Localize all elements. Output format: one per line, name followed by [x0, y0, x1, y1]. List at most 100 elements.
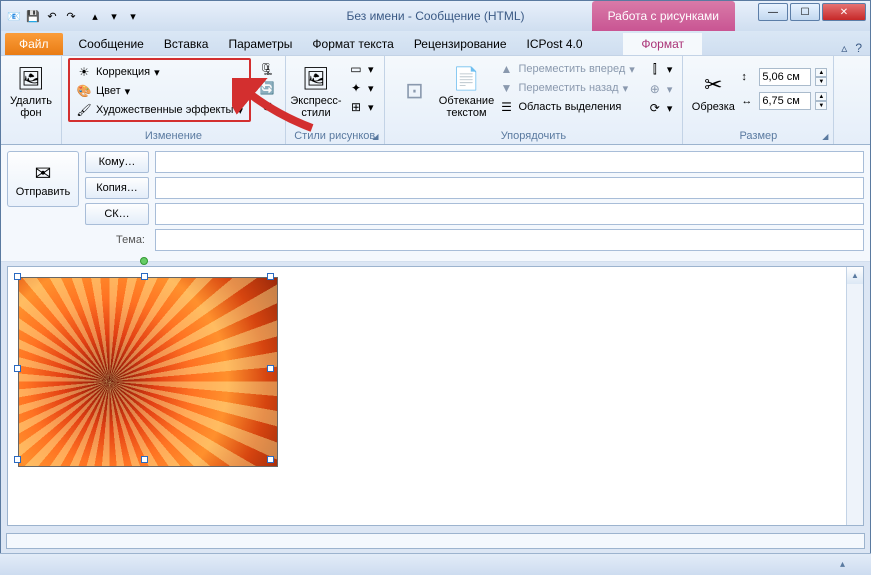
image-selection-frame[interactable]: [12, 271, 276, 465]
picture-layout-button[interactable]: ⊞▾: [344, 98, 378, 116]
subject-input[interactable]: [155, 229, 864, 251]
corrections-button[interactable]: ☀Коррекция ▾: [72, 63, 247, 81]
align-icon: ⫿: [647, 62, 663, 77]
send-button[interactable]: ✉ Отправить: [7, 151, 79, 207]
titlebar: 📧 💾 ↶ ↷ ▴ ▾ ▾ Без имени - Сообщение (HTM…: [1, 1, 870, 31]
cc-input[interactable]: [155, 177, 864, 199]
styles-icon: 🖼: [302, 63, 330, 95]
wrap-text-button[interactable]: 📄 Обтекание текстом: [443, 58, 491, 124]
vertical-scrollbar[interactable]: ▲: [846, 267, 863, 525]
tab-insert[interactable]: Вставка: [154, 33, 219, 55]
minimize-button[interactable]: —: [758, 3, 788, 21]
wrap-icon: 📄: [453, 63, 480, 95]
ribbon-minimize-icon[interactable]: ▵: [841, 41, 847, 55]
handle-n[interactable]: [141, 273, 148, 280]
cc-button[interactable]: Копия…: [85, 177, 149, 199]
handle-e[interactable]: [267, 365, 274, 372]
dropdown-icon: ▾: [667, 63, 673, 76]
ribbon: 🖼 Удалить фон ☀Коррекция ▾ 🎨Цвет ▾ 🖌 Худо…: [1, 55, 870, 145]
message-body[interactable]: ▲: [7, 266, 864, 526]
close-button[interactable]: ✕: [822, 3, 866, 21]
position-button[interactable]: ⊡: [391, 58, 439, 124]
tab-icpost[interactable]: ICPost 4.0: [517, 33, 593, 55]
color-button[interactable]: 🎨Цвет ▾: [72, 82, 247, 100]
send-backward-icon: ▼: [499, 81, 515, 95]
quick-access-toolbar: 📧 💾 ↶ ↷ ▴ ▾ ▾: [1, 7, 142, 25]
dropdown-icon: ▾: [237, 104, 243, 117]
rotate-icon: ⟳: [647, 101, 663, 115]
picture-effects-button[interactable]: ✦▾: [344, 79, 378, 97]
qat-prev-icon[interactable]: ▴: [86, 7, 104, 25]
qat-customize-icon[interactable]: ▾: [124, 7, 142, 25]
send-backward-button: ▼Переместить назад ▾: [495, 79, 639, 97]
artistic-effects-button[interactable]: 🖌 Художественные эффекты ▾: [72, 101, 247, 119]
size-dialog-launcher[interactable]: ◢: [819, 130, 831, 142]
border-icon: ▭: [348, 62, 364, 76]
bcc-input[interactable]: [155, 203, 864, 225]
qat-next-icon[interactable]: ▾: [105, 7, 123, 25]
qat-undo-icon[interactable]: ↶: [43, 7, 61, 25]
palette-icon: 🎨: [76, 84, 92, 98]
picture-border-button[interactable]: ▭▾: [344, 60, 378, 78]
group-size-label: Размер: [689, 128, 827, 144]
change-pic-icon: 🔄: [259, 81, 275, 95]
handle-sw[interactable]: [14, 456, 21, 463]
group-wrap: ⊡ 📄 Обтекание текстом ▲Переместить впере…: [385, 56, 684, 144]
tab-message[interactable]: Сообщение: [69, 33, 154, 55]
tab-format[interactable]: Формат: [623, 33, 702, 55]
tab-options[interactable]: Параметры: [218, 33, 302, 55]
change-picture-button[interactable]: 🔄: [255, 79, 279, 97]
inserted-image[interactable]: [18, 277, 278, 467]
group-icon: ⊕: [647, 82, 663, 96]
remove-bg-label2: фон: [20, 107, 41, 119]
tab-format-text[interactable]: Формат текста: [302, 33, 403, 55]
width-icon: ↔: [741, 95, 755, 107]
reset-picture-button[interactable]: ↺: [255, 98, 279, 116]
artistic-icon: 🖌: [76, 103, 92, 117]
handle-ne[interactable]: [267, 273, 274, 280]
express-styles-button[interactable]: 🖼 Экспресс-стили: [292, 58, 340, 124]
selection-pane-label: Область выделения: [519, 101, 622, 113]
tab-review[interactable]: Рецензирование: [404, 33, 517, 55]
height-down[interactable]: ▼: [815, 77, 827, 86]
handle-nw[interactable]: [14, 273, 21, 280]
height-up[interactable]: ▲: [815, 68, 827, 77]
bcc-button[interactable]: СК…: [85, 203, 149, 225]
styles-dialog-launcher[interactable]: ◢: [370, 130, 382, 142]
remove-background-button[interactable]: 🖼 Удалить фон: [7, 58, 55, 124]
rotate-handle[interactable]: [140, 257, 148, 265]
help-icon[interactable]: ?: [855, 41, 862, 55]
compress-picture-button[interactable]: 🗜: [255, 60, 279, 78]
dropdown-icon: ▾: [629, 63, 635, 76]
tab-file[interactable]: Файл: [5, 33, 63, 55]
scroll-up-button[interactable]: ▲: [847, 267, 863, 284]
handle-w[interactable]: [14, 365, 21, 372]
qat-save-icon[interactable]: 💾: [24, 7, 42, 25]
width-up[interactable]: ▲: [815, 92, 827, 101]
bring-forward-icon: ▲: [499, 62, 515, 76]
handle-se[interactable]: [267, 456, 274, 463]
subject-label: Тема:: [85, 234, 149, 246]
align-button[interactable]: ⫿▾: [643, 60, 677, 79]
height-input[interactable]: [759, 68, 811, 86]
crop-icon: ✂: [704, 69, 722, 101]
remove-bg-icon: 🖼: [17, 63, 45, 95]
app-icon[interactable]: 📧: [5, 7, 23, 25]
maximize-button[interactable]: ☐: [790, 3, 820, 21]
to-button[interactable]: Кому…: [85, 151, 149, 173]
width-input[interactable]: [759, 92, 811, 110]
rotate-button[interactable]: ⟳▾: [643, 99, 677, 117]
statusbar-expand-icon[interactable]: ▴: [840, 559, 845, 570]
layout-icon: ⊞: [348, 100, 364, 114]
to-input[interactable]: [155, 151, 864, 173]
crop-button[interactable]: ✂ Обрезка: [689, 58, 737, 124]
selection-pane-button[interactable]: ☰Область выделения: [495, 98, 639, 116]
width-row: ↔ ▲▼: [741, 92, 827, 110]
handle-s[interactable]: [141, 456, 148, 463]
height-icon: ↕: [741, 71, 755, 83]
width-down[interactable]: ▼: [815, 101, 827, 110]
mail-header: ✉ Отправить Кому… Копия… СК… Тема:: [1, 145, 870, 262]
artistic-label: Художественные эффекты: [96, 104, 233, 116]
qat-redo-icon[interactable]: ↷: [62, 7, 80, 25]
group-label-empty1: [7, 128, 55, 144]
